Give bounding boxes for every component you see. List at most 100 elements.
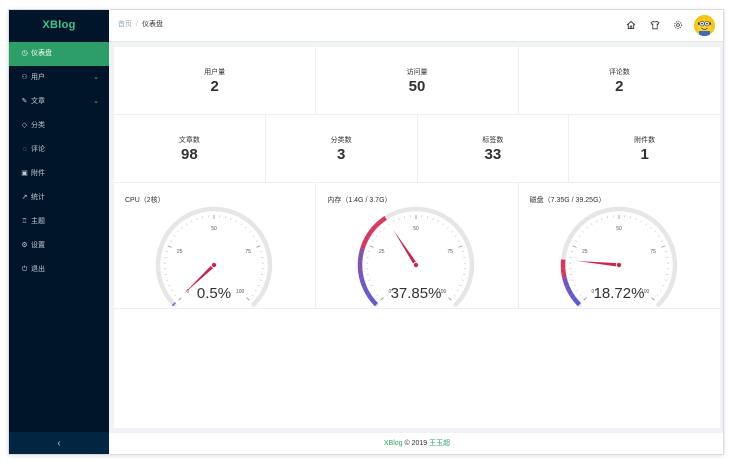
- gauge-progress-segment: [362, 239, 369, 246]
- gauge-tick-label: 75: [245, 249, 251, 255]
- gauge-tick: [657, 235, 660, 237]
- gauge-tick: [595, 220, 598, 223]
- sidebar-item-0[interactable]: ◷ 仪表盘: [9, 42, 109, 66]
- gauge-tick: [171, 289, 174, 292]
- sidebar-item-label: 主题: [31, 218, 45, 225]
- gauge-tick: [650, 297, 655, 301]
- gauge-card: 磁盘（7.35G / 39.25G） 0 25 50 75 100 18.72%: [519, 183, 720, 308]
- gauge-row: CPU（2核） 0 25 50 75 100 0.5% 内存（1.4G / 3.7G） 0 25 5…: [114, 183, 720, 309]
- gauge-progress-segment: [381, 216, 388, 223]
- gauge-tick: [368, 279, 371, 281]
- gauge-pointer: [576, 260, 619, 267]
- gauge-progress-segment: [564, 285, 571, 292]
- footer: XBlog © 2019 王玉超: [109, 433, 723, 454]
- home-icon[interactable]: [625, 19, 637, 31]
- gauge-progress-segment: [360, 243, 367, 250]
- stat-card: 标签数 33: [418, 115, 570, 182]
- gauge-tick: [660, 245, 666, 248]
- gauge-progress-segment: [358, 252, 364, 258]
- comment-icon: ◌: [22, 146, 27, 153]
- sidebar-item-5[interactable]: ▣ 附件: [9, 162, 109, 186]
- stat-label: 分类数: [330, 137, 352, 144]
- gauge-tick: [373, 289, 376, 292]
- chevron-down-icon: ⌄: [93, 74, 99, 81]
- gauge-tick: [458, 245, 463, 248]
- gauge-tick: [383, 226, 386, 229]
- gauge-tick: [432, 218, 434, 221]
- gauge-tick-label: 25: [582, 249, 588, 255]
- gauge-tick: [254, 289, 257, 292]
- gauge-tick: [660, 240, 663, 242]
- dashboard-icon: ◷: [21, 50, 28, 57]
- sidebar-item-9[interactable]: ⏻ 退出: [9, 258, 109, 282]
- gauge-tick: [256, 245, 261, 248]
- sidebar-item-7[interactable]: ♖ 主题: [9, 210, 109, 234]
- gauge-tick-label: 50: [616, 226, 622, 232]
- gear-icon: ⚙: [21, 242, 28, 249]
- user-icon: ⚇: [21, 74, 28, 81]
- gauge-progress-segment: [366, 231, 373, 238]
- gear-icon[interactable]: [672, 19, 684, 31]
- gauge-tick: [457, 289, 460, 292]
- gauge-pointer-hub: [615, 261, 622, 269]
- breadcrumb-home[interactable]: 首页: [118, 21, 132, 28]
- gauge-progress-segment: [369, 296, 376, 303]
- gauge-progress-segment: [568, 292, 576, 300]
- sidebar-item-label: 文章: [31, 98, 45, 105]
- gauge-tick: [581, 230, 584, 233]
- gauge-tick: [388, 223, 390, 226]
- gauge-tick: [572, 245, 577, 248]
- gauge-tick: [586, 226, 588, 229]
- collapse-sidebar-button[interactable]: ‹: [9, 432, 109, 454]
- sidebar-item-label: 分类: [31, 122, 45, 129]
- gauge-progress-segment: [361, 281, 367, 288]
- top-header: 首页 / 仪表盘: [109, 10, 723, 42]
- gauge-tick: [455, 235, 457, 237]
- sidebar-item-6[interactable]: ↗ 统计: [9, 186, 109, 210]
- gauge-tick: [375, 235, 378, 237]
- gauge-tick: [174, 294, 177, 297]
- gauge-tick: [186, 223, 188, 226]
- tag-icon: ◇: [21, 122, 28, 129]
- gauge-tick: [575, 289, 578, 292]
- sidebar-item-label: 仪表盘: [31, 50, 52, 57]
- sidebar-item-2[interactable]: ✎ 文章 ⌄: [9, 90, 109, 114]
- gauge-value: 18.72%: [593, 285, 644, 302]
- gauge-progress-segment: [374, 221, 381, 228]
- gauge-tick: [437, 220, 440, 223]
- gauge-tick: [230, 218, 232, 221]
- stat-card: 用户量 2: [114, 47, 317, 114]
- sidebar-item-label: 用户: [31, 74, 45, 81]
- sidebar-item-3[interactable]: ◇ 分类: [9, 114, 109, 138]
- sidebar-item-label: 附件: [31, 170, 45, 177]
- gauge-tick: [251, 294, 254, 297]
- sidebar-item-1[interactable]: ⚇ 用户 ⌄: [9, 66, 109, 90]
- user-avatar[interactable]: [694, 15, 715, 36]
- stat-value: 1: [640, 146, 649, 163]
- sidebar-item-4[interactable]: ◌ 评论: [9, 138, 109, 162]
- sidebar-item-8[interactable]: ⚙ 设置: [9, 234, 109, 258]
- gauge-tick: [259, 279, 262, 281]
- gauge-tick: [448, 297, 453, 301]
- picture-icon: ▣: [21, 170, 28, 177]
- gauge-tick: [601, 218, 603, 221]
- gauge-tick: [582, 297, 587, 301]
- stat-value: 98: [181, 146, 198, 163]
- gauge-pointer-hub: [210, 261, 218, 269]
- stat-value: 50: [408, 78, 426, 95]
- app-logo[interactable]: XBlog: [9, 10, 109, 42]
- footer-brand-link[interactable]: XBlog: [384, 440, 403, 447]
- dashboard-content: 用户量 2 访问量 50 评论数 2 文章数 98 分类数 3 标签数 33 附件数 1 CPU（2核）…: [114, 47, 720, 428]
- gauge-tick: [173, 235, 176, 237]
- gauge-chart: 025507510018.72%: [560, 206, 677, 307]
- gauge-value: 37.85%: [391, 285, 442, 302]
- gauge-tick: [170, 240, 173, 242]
- stat-card: 评论数 2: [519, 47, 720, 114]
- gauge-tick: [178, 297, 182, 301]
- gauge-tick: [453, 294, 456, 297]
- shirt-icon[interactable]: [649, 19, 661, 31]
- gauge-pointer-hub: [413, 261, 420, 269]
- gauge-progress-segment: [359, 277, 366, 284]
- main-area: 首页 / 仪表盘 用户量 2 访问量 50 评论数 2 文章数 98 分类数 3…: [109, 10, 723, 454]
- footer-author-link[interactable]: 王玉超: [429, 440, 450, 447]
